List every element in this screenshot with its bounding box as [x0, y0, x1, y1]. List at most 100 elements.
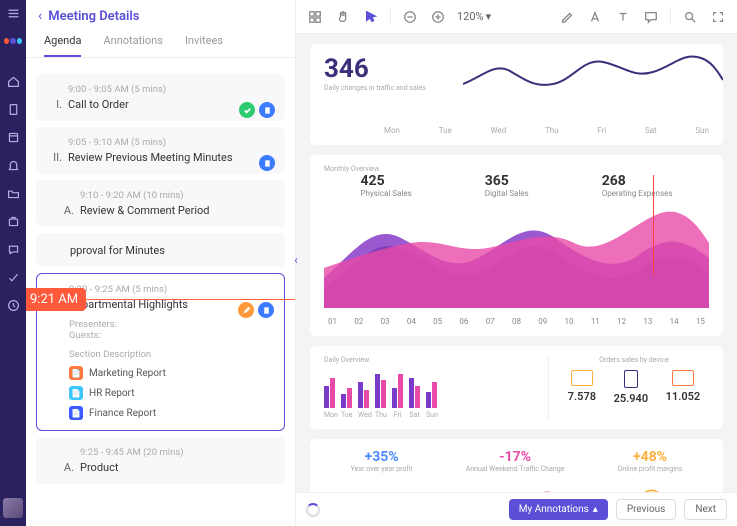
agenda-ordinal: II. — [48, 151, 62, 164]
agenda-time: 9:25 - 9:45 AM (20 mins) — [60, 447, 273, 458]
agenda-list: 9:00 - 9:05 AM (5 mins) I. Call to Order… — [26, 58, 295, 526]
chevron-down-icon: ▾ — [486, 10, 492, 23]
briefcase-icon[interactable] — [6, 214, 20, 228]
zoom-out-icon[interactable] — [401, 8, 419, 26]
right-panel: 120% ▾ 346 Daily changes in traffic and … — [296, 0, 737, 526]
widget-daily: Daily Overview MonTueWedThuFriSatSun Ord… — [310, 346, 723, 429]
document-canvas[interactable]: 346 Daily changes in traffic and sales M… — [296, 34, 737, 492]
agenda-item[interactable]: 9:25 - 9:45 AM (20 mins) A. Product — [36, 437, 285, 484]
viewer-footer: My Annotations▴ Previous Next — [296, 492, 737, 526]
chevron-up-icon: ▴ — [593, 504, 598, 515]
home-icon[interactable] — [6, 74, 20, 88]
x-axis: MonTueWedThuFriSatSun — [324, 126, 709, 135]
check-badge-icon[interactable] — [239, 102, 255, 118]
text-icon[interactable] — [614, 8, 632, 26]
loading-spinner-icon — [306, 503, 320, 517]
search-icon[interactable] — [681, 8, 699, 26]
widget-title: Monthly Overview — [324, 165, 709, 173]
agenda-ordinal: I. — [48, 98, 62, 111]
highlight-icon[interactable] — [558, 8, 576, 26]
desktop-icon — [571, 370, 593, 386]
sparklines — [324, 481, 709, 492]
attached-doc[interactable]: 📄Marketing Report — [69, 366, 272, 380]
zoom-in-icon[interactable] — [429, 8, 447, 26]
pct-value: +35% — [351, 449, 413, 465]
font-icon[interactable] — [586, 8, 604, 26]
pct-value: -17% — [466, 449, 565, 465]
pct-label: Year over year profit — [351, 465, 413, 473]
viewer-toolbar: 120% ▾ — [296, 0, 737, 34]
laptop-icon — [672, 370, 694, 386]
x-axis: MonTueWedThuFriSatSun — [324, 411, 534, 419]
agenda-ordinal: A. — [60, 204, 74, 217]
panel-title: Meeting Details — [48, 9, 139, 24]
left-panel: ‹ Meeting Details Agenda Annotations Inv… — [26, 0, 296, 526]
attached-doc[interactable]: 📄 Finance Report — [69, 406, 272, 420]
doc-icon: 📄 — [69, 406, 83, 420]
doc-icon: 📄 — [69, 386, 83, 400]
calendar-icon[interactable] — [6, 130, 20, 144]
app-logo — [4, 38, 22, 50]
marker-line — [653, 175, 654, 275]
panel-header: ‹ Meeting Details — [26, 0, 295, 24]
tab-invitees[interactable]: Invitees — [185, 34, 223, 57]
agenda-item[interactable]: 9:00 - 9:05 AM (5 mins) I. Call to Order — [36, 74, 285, 121]
x-axis: 010203040506070809101112131415 — [324, 317, 709, 326]
grid-icon[interactable] — [306, 8, 324, 26]
tab-bar: Agenda Annotations Invitees — [26, 24, 295, 58]
doc-name: Marketing Report — [89, 368, 166, 379]
collapse-panel-icon[interactable]: ‹ — [289, 250, 303, 270]
sparkline-chart — [463, 44, 723, 100]
agenda-time: 9:10 - 9:20 AM (10 mins) — [60, 190, 273, 201]
previous-button[interactable]: Previous — [616, 499, 677, 520]
divider — [670, 8, 671, 26]
agenda-time: 9:05 - 9:10 AM (5 mins) — [48, 137, 273, 148]
agenda-item[interactable]: 9:05 - 9:10 AM (5 mins) II. Review Previ… — [36, 127, 285, 174]
attached-doc[interactable]: 📄 HR Report — [69, 386, 272, 400]
agenda-item[interactable]: pproval for Minutes — [36, 233, 285, 267]
pointer-icon[interactable] — [362, 8, 380, 26]
menu-icon[interactable] — [6, 6, 20, 20]
tab-agenda[interactable]: Agenda — [44, 34, 81, 57]
agenda-title: Review & Comment Period — [80, 204, 273, 217]
doc-badge-icon[interactable] — [259, 102, 275, 118]
my-annotations-button[interactable]: My Annotations▴ — [509, 499, 608, 520]
agenda-title: Product — [80, 461, 273, 474]
agenda-item[interactable]: 9:10 - 9:20 AM (10 mins) A. Review & Com… — [36, 180, 285, 227]
tablet-icon — [624, 370, 638, 388]
device-stats: 7.578 25.940 11.052 — [559, 370, 709, 405]
doc-name: Finance Report — [89, 408, 156, 419]
fullscreen-icon[interactable] — [709, 8, 727, 26]
agenda-ordinal: A. — [60, 461, 74, 474]
check-icon[interactable] — [6, 270, 20, 284]
user-avatar[interactable] — [3, 498, 23, 518]
nav-rail — [0, 0, 26, 526]
chat-icon[interactable] — [6, 242, 20, 256]
pct-label: Annual Weekend Traffic Change — [466, 465, 565, 473]
widget-monthly: Monthly Overview 425Physical Sales 365Di… — [310, 155, 723, 336]
doc-name: HR Report — [89, 388, 134, 399]
widget-title: Daily Overview — [324, 356, 534, 364]
legend: 425Physical Sales 365Digital Sales 268Op… — [324, 173, 709, 198]
devices-title: Orders sales by device — [559, 356, 709, 364]
zoom-level[interactable]: 120% ▾ — [457, 10, 491, 23]
agenda-title: Review Previous Meeting Minutes — [68, 151, 273, 164]
section-description-label: Section Description — [69, 349, 272, 360]
doc-badge-icon[interactable] — [259, 155, 275, 171]
folder-icon[interactable] — [6, 186, 20, 200]
tab-annotations[interactable]: Annotations — [103, 34, 162, 57]
agenda-title: pproval for Minutes — [70, 244, 165, 257]
hand-icon[interactable] — [334, 8, 352, 26]
widget-traffic: 346 Daily changes in traffic and sales M… — [310, 44, 723, 145]
clock-icon[interactable] — [6, 298, 20, 312]
bell-icon[interactable] — [6, 158, 20, 172]
divider — [390, 8, 391, 26]
bar-chart — [324, 368, 534, 408]
guests-label: Guests: — [69, 330, 272, 341]
back-icon[interactable]: ‹ — [38, 8, 42, 24]
next-button[interactable]: Next — [684, 499, 727, 520]
comment-icon[interactable] — [642, 8, 660, 26]
clipboard-icon[interactable] — [6, 102, 20, 116]
current-time-badge: 9:21 AM — [26, 288, 86, 311]
time-line — [86, 299, 295, 300]
